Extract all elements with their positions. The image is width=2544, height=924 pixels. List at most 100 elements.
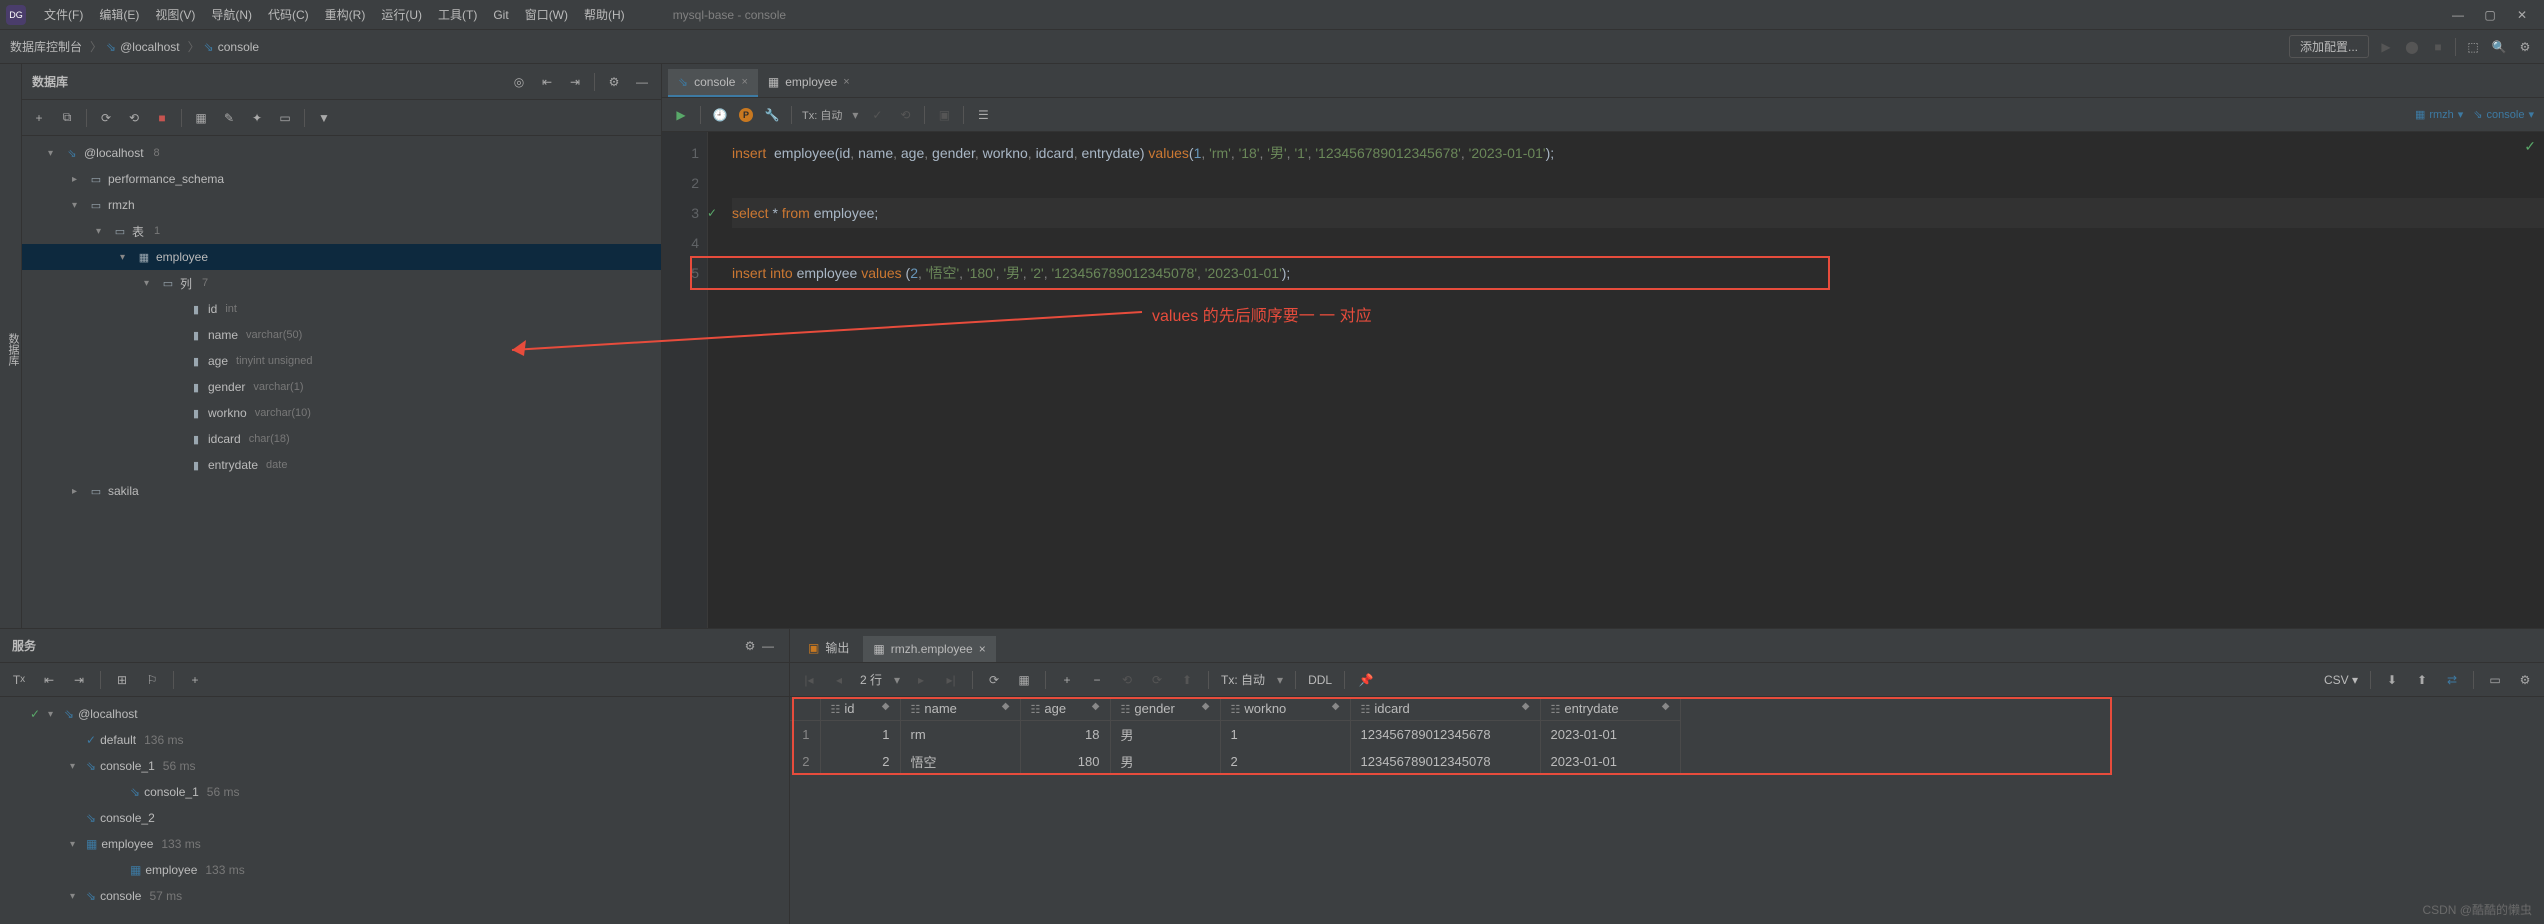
tree-item-列[interactable]: ▾▭列7 — [22, 270, 661, 296]
gear-icon[interactable]: ⚙ — [605, 73, 623, 91]
code-editor[interactable]: 12345 insert employee(id, name, age, gen… — [662, 132, 2544, 628]
service-item-console_1[interactable]: ⇘console_156 ms — [0, 779, 789, 805]
result-tab-output[interactable]: ▣ 输出 — [798, 633, 859, 662]
tree-item-entrydate[interactable]: ▮entrydatedate — [22, 452, 661, 478]
expand-icon[interactable]: ⇥ — [70, 671, 88, 689]
tab-employee[interactable]: ▦ employee× — [758, 69, 860, 97]
close-icon[interactable]: × — [979, 642, 986, 656]
service-item-console_2[interactable]: ⇘console_2 — [0, 805, 789, 831]
hide-icon[interactable]: — — [633, 73, 651, 91]
services-tree[interactable]: ✓▾⇘@localhost✓default136 ms▾⇘console_156… — [0, 697, 789, 913]
tree-item-name[interactable]: ▮namevarchar(50) — [22, 322, 661, 348]
breadcrumb-console[interactable]: ⇘console — [204, 40, 259, 54]
table-icon[interactable]: ▦ — [192, 109, 210, 127]
ddl-button[interactable]: DDL — [1308, 673, 1332, 687]
pin-icon[interactable]: 📌 — [1357, 671, 1375, 689]
target-icon[interactable]: ◎ — [510, 73, 528, 91]
debug-icon[interactable]: ⬤ — [2403, 38, 2421, 56]
tab-console[interactable]: ⇘ console× — [668, 69, 758, 97]
columns-icon[interactable]: ▦ — [1015, 671, 1033, 689]
compare-icon[interactable]: ⇄ — [2443, 671, 2461, 689]
tree-item-id[interactable]: ▮idint — [22, 296, 661, 322]
layout-icon[interactable]: ⊞ — [113, 671, 131, 689]
expand-icon[interactable]: ⇥ — [566, 73, 584, 91]
last-page-icon[interactable]: ▸| — [942, 671, 960, 689]
tree-item-rmzh[interactable]: ▾▭rmzh — [22, 192, 661, 218]
tree-datasource[interactable]: ▾⇘ @localhost8 — [22, 140, 661, 166]
col-name[interactable]: ☷name◆ — [900, 697, 1020, 721]
database-tree[interactable]: ▾⇘ @localhost8 ▸▭performance_schema▾▭rmz… — [22, 136, 661, 628]
layout-icon[interactable]: ☰ — [974, 106, 992, 124]
add-configuration-button[interactable]: 添加配置... — [2289, 35, 2369, 58]
menu-code[interactable]: 代码(C) — [260, 6, 317, 23]
col-workno[interactable]: ☷workno◆ — [1220, 697, 1350, 721]
collapse-icon[interactable]: ⇤ — [538, 73, 556, 91]
commit-icon[interactable]: ⬆ — [1178, 671, 1196, 689]
revert-icon[interactable]: ⟲ — [1118, 671, 1136, 689]
tree-item-performance_schema[interactable]: ▸▭performance_schema — [22, 166, 661, 192]
gear-icon[interactable]: ⚙ — [2516, 671, 2534, 689]
collapse-icon[interactable]: ⇤ — [40, 671, 58, 689]
edit-icon[interactable]: ✎ — [220, 109, 238, 127]
csv-dropdown[interactable]: CSV ▾ — [2324, 673, 2358, 687]
database-tool-stripe[interactable]: 数据库 — [0, 64, 22, 628]
hide-icon[interactable]: — — [759, 637, 777, 655]
tree-item-表[interactable]: ▾▭表1 — [22, 218, 661, 244]
stop-icon[interactable]: ■ — [2429, 38, 2447, 56]
service-item-console_1[interactable]: ▾⇘console_156 ms — [0, 753, 789, 779]
menu-refactor[interactable]: 重构(R) — [317, 6, 374, 23]
schema-selector[interactable]: ▦ rmzh ▾ — [2415, 108, 2463, 121]
col-entrydate[interactable]: ☷entrydate◆ — [1540, 697, 1680, 721]
diagram-icon[interactable]: ▭ — [276, 109, 294, 127]
import-icon[interactable]: ⬆ — [2413, 671, 2431, 689]
stop-icon[interactable]: ■ — [153, 109, 171, 127]
first-page-icon[interactable]: |◂ — [800, 671, 818, 689]
tree-item-workno[interactable]: ▮worknovarchar(10) — [22, 400, 661, 426]
service-item-console[interactable]: ▾⇘console57 ms — [0, 883, 789, 909]
menu-view[interactable]: 视图(V) — [147, 6, 203, 23]
filter-icon[interactable]: ▼ — [315, 109, 333, 127]
explain-icon[interactable]: P — [739, 108, 753, 122]
menu-tools[interactable]: 工具(T) — [430, 6, 485, 23]
close-icon[interactable]: ✕ — [2514, 8, 2530, 22]
tree-item-age[interactable]: ▮agetinyint unsigned — [22, 348, 661, 374]
cancel-icon[interactable]: ▣ — [935, 106, 953, 124]
col-age[interactable]: ☷age◆ — [1020, 697, 1110, 721]
col-id[interactable]: ☷id◆ — [820, 697, 900, 721]
next-page-icon[interactable]: ▸ — [912, 671, 930, 689]
minimize-icon[interactable]: — — [2450, 8, 2466, 22]
breadcrumb-root[interactable]: 数据库控制台 — [10, 38, 82, 55]
menu-file[interactable]: 文件(F) — [36, 6, 91, 23]
refresh-icon[interactable]: ⟳ — [985, 671, 1003, 689]
tree-item-gender[interactable]: ▮gendervarchar(1) — [22, 374, 661, 400]
menu-window[interactable]: 窗口(W) — [517, 6, 576, 23]
maximize-icon[interactable]: ▢ — [2482, 8, 2498, 22]
view-icon[interactable]: ▭ — [2486, 671, 2504, 689]
menu-navigate[interactable]: 导航(N) — [203, 6, 260, 23]
run-icon[interactable]: ▶ — [672, 106, 690, 124]
commit-icon[interactable]: ✓ — [868, 106, 886, 124]
table-row[interactable]: 22悟空180男21234567890123450782023-01-01 — [790, 748, 1680, 775]
close-icon[interactable]: × — [843, 76, 849, 88]
history-icon[interactable]: 🕘 — [711, 106, 729, 124]
git-icon[interactable]: ⬚ — [2464, 38, 2482, 56]
wand-icon[interactable]: ✦ — [248, 109, 266, 127]
service-item-@localhost[interactable]: ✓▾⇘@localhost — [0, 701, 789, 727]
add-icon[interactable]: + — [30, 109, 48, 127]
tree-item-employee[interactable]: ▾▦employee — [22, 244, 661, 270]
gear-icon[interactable]: ⚙ — [741, 637, 759, 655]
rollback-icon[interactable]: ⟲ — [896, 106, 914, 124]
menu-help[interactable]: 帮助(H) — [576, 6, 633, 23]
export-icon[interactable]: ⬇ — [2383, 671, 2401, 689]
console-selector[interactable]: ⇘ console ▾ — [2473, 108, 2534, 121]
add-row-icon[interactable]: + — [1058, 671, 1076, 689]
menu-run[interactable]: 运行(U) — [373, 6, 430, 23]
result-table[interactable]: ☷id◆☷name◆☷age◆☷gender◆☷workno◆☷idcard◆☷… — [790, 697, 1681, 775]
menu-git[interactable]: Git — [485, 8, 516, 22]
col-gender[interactable]: ☷gender◆ — [1110, 697, 1220, 721]
breadcrumb-host[interactable]: ⇘@localhost — [106, 40, 180, 54]
service-item-employee[interactable]: ▾▦employee133 ms — [0, 831, 789, 857]
service-item-employee[interactable]: ▦employee133 ms — [0, 857, 789, 883]
menu-edit[interactable]: 编辑(E) — [91, 6, 147, 23]
tree-item-sakila[interactable]: ▸▭sakila — [22, 478, 661, 504]
